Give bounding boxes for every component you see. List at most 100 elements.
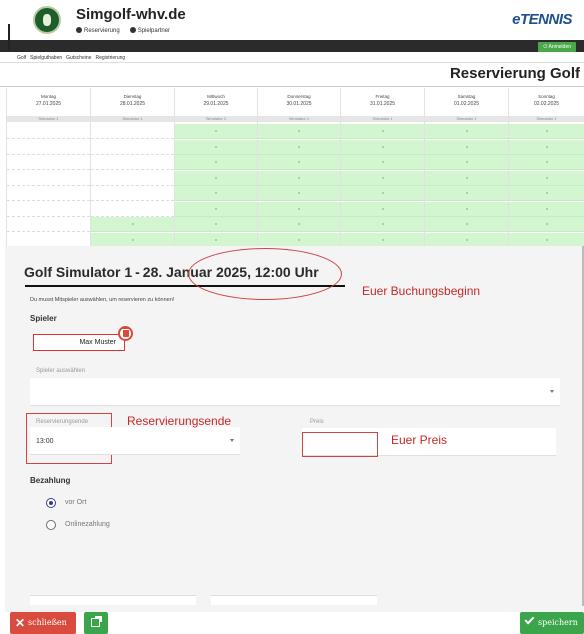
calendar-day-header: Freitag 31.01.2025 — [341, 88, 424, 116]
login-button[interactable]: ⏻ Anmelden — [538, 42, 576, 52]
simulator-label: Simulator 1 — [7, 116, 90, 122]
end-time-value: 13:00 — [36, 438, 54, 445]
calendar-slot-free[interactable] — [509, 201, 584, 217]
calendar-slot-free[interactable] — [425, 155, 508, 170]
calendar-slot-free[interactable] — [175, 201, 257, 217]
calendar-slot-free[interactable] — [258, 186, 340, 201]
calendar-slot-free[interactable] — [341, 139, 424, 155]
player-select[interactable] — [30, 378, 560, 406]
calendar-slot-free[interactable] — [258, 217, 340, 232]
arrow-icon — [95, 616, 102, 622]
calendar-slot-free[interactable] — [258, 170, 340, 186]
calendar-slot-free[interactable] — [509, 186, 584, 201]
calendar-slot — [91, 202, 174, 217]
calendar-slot-free[interactable] — [258, 155, 340, 170]
day-name: Freitag — [375, 94, 390, 99]
calendar-slot-free[interactable] — [175, 124, 257, 139]
calendar-slot — [7, 217, 90, 232]
calendar-slot-free[interactable] — [341, 155, 424, 170]
calendar-day-header: Samstag 01.02.2025 — [425, 88, 508, 116]
calendar-slot-free[interactable] — [509, 170, 584, 186]
calendar-slot-free[interactable] — [175, 186, 257, 201]
calendar-slot-free[interactable] — [175, 155, 257, 170]
calendar-slot-free[interactable] — [341, 201, 424, 217]
calendar-slot-free[interactable] — [425, 186, 508, 201]
day-date: 31.01.2025 — [369, 101, 396, 107]
calendar-slot-free[interactable] — [175, 170, 257, 186]
calendar-slot-free[interactable] — [341, 170, 424, 186]
save-button[interactable]: speichern — [520, 612, 584, 634]
payment-radio-online[interactable] — [46, 520, 56, 530]
etennis-logo[interactable]: eTENNIS — [512, 11, 572, 28]
calendar-slot-free[interactable] — [509, 155, 584, 170]
calendar-slot — [91, 155, 174, 170]
club-logo[interactable] — [33, 6, 61, 34]
calendar-slot-free[interactable] — [425, 170, 508, 186]
check-icon — [524, 614, 535, 625]
site-header: Simgolf-whv.de Reservierung Spielpartner… — [0, 0, 584, 40]
divider — [0, 86, 584, 87]
simulator-label: Simulator 1 — [425, 116, 508, 122]
calendar-slot-free[interactable] — [258, 139, 340, 155]
calendar-slot — [7, 186, 90, 201]
simulator-label: Simulator 1 — [509, 116, 584, 122]
player-hint: Du musst Mitspieler auswählen, um reserv… — [30, 297, 175, 303]
calendar-day-column: Dienstag 28.01.2025 Simulator 1 — [90, 88, 174, 248]
calendar-slot-free[interactable] — [175, 217, 257, 232]
calendar-slot — [7, 124, 90, 139]
day-date: 01.02.2025 — [453, 101, 480, 107]
calendar-slot — [91, 140, 174, 155]
calendar-slot-free[interactable] — [425, 139, 508, 155]
calendar-slot-free[interactable] — [341, 186, 424, 201]
page-title: Reservierung Golf — [449, 65, 580, 82]
booking-title-prefix: Golf Simulator 1 — [24, 264, 133, 280]
calendar-slot-free[interactable] — [509, 139, 584, 155]
annotation-end: Reservierungsende — [127, 414, 232, 428]
player-section-label: Spieler — [30, 314, 57, 323]
day-date: 30.01.2025 — [286, 101, 312, 107]
calendar-slot-free[interactable] — [425, 124, 508, 139]
day-name: Montag — [40, 94, 56, 99]
calendar-slot — [91, 124, 174, 139]
subnav-gutscheine[interactable]: Gutscheine — [66, 55, 91, 61]
annotation-price-box — [302, 432, 378, 457]
sub-nav: Golf Spielguthaben Gutscheine Registrier… — [17, 55, 125, 61]
simulator-label: Simulator 1 — [91, 116, 174, 122]
calendar-slot-free[interactable] — [175, 139, 257, 155]
calendar-slot-free[interactable] — [341, 217, 424, 232]
external-link-button[interactable] — [84, 612, 108, 634]
calendar-slot — [7, 155, 90, 170]
divider — [0, 62, 584, 63]
calendar-slot — [7, 202, 90, 217]
end-time-select[interactable]: 13:00 — [30, 427, 240, 455]
day-date: 28.01.2025 — [119, 101, 146, 107]
day-date: 27.01.2025 — [35, 101, 62, 107]
payment-option-label: Onlinezahlung — [65, 521, 110, 528]
calendar-slot-free[interactable] — [425, 217, 508, 232]
subnav-spielguthaben[interactable]: Spielguthaben — [30, 55, 62, 61]
calendar-slot-free[interactable] — [509, 124, 584, 139]
remove-player-button[interactable] — [118, 326, 133, 341]
header-bar — [0, 24, 584, 52]
calendar-slot-free[interactable] — [425, 201, 508, 217]
close-button[interactable]: ✕ schließen — [10, 612, 76, 634]
calendar-day-column: Sonntag 02.02.2025 Simulator 1 — [508, 88, 584, 248]
calendar-slot-free[interactable] — [509, 217, 584, 232]
site-title[interactable]: Simgolf-whv.de — [76, 6, 186, 23]
nav-reservierung[interactable]: Reservierung — [76, 27, 120, 34]
payment-radio-vor-ort[interactable] — [46, 498, 56, 508]
chevron-down-icon — [230, 438, 234, 442]
calendar-slot-free[interactable] — [258, 201, 340, 217]
calendar-day-column: Montag 27.01.2025 Simulator 1 — [6, 88, 90, 248]
price-label: Preis — [310, 419, 324, 425]
subnav-registrierung[interactable]: Registrierung — [95, 55, 125, 61]
calendar-day-header: Montag 27.01.2025 — [7, 88, 90, 116]
nav-spielpartner[interactable]: Spielpartner — [129, 27, 170, 34]
day-date: 02.02.2025 — [533, 101, 560, 107]
people-icon — [129, 27, 136, 33]
calendar-slot-free[interactable] — [341, 124, 424, 139]
simulator-label: Simulator 1 — [341, 116, 424, 122]
calendar-slot-free[interactable] — [258, 124, 340, 139]
calendar-slot-free[interactable] — [91, 217, 174, 232]
subnav-golf[interactable]: Golf — [17, 55, 26, 61]
